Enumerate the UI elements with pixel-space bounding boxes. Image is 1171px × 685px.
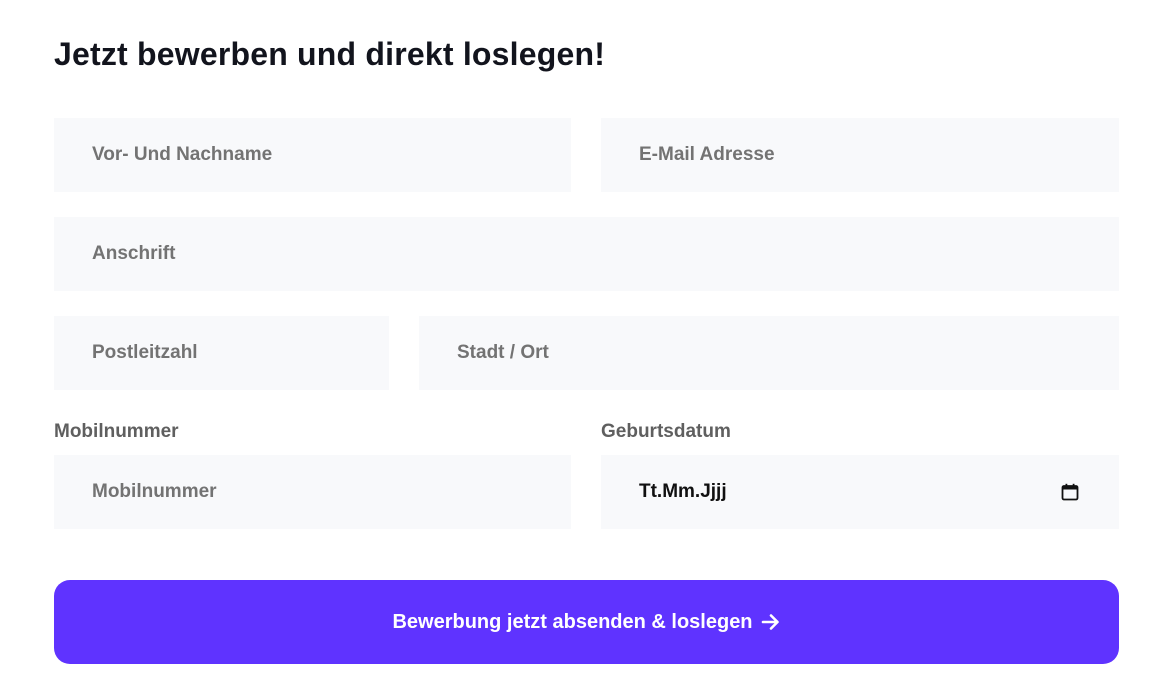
- email-field-container: [601, 118, 1119, 192]
- zip-input[interactable]: [92, 316, 389, 390]
- form-title: Jetzt bewerben und direkt loslegen!: [54, 36, 606, 72]
- name-field-container: [54, 118, 571, 192]
- arrow-right-icon: [761, 612, 781, 632]
- application-form-page: Jetzt bewerben und direkt loslegen! Mobi…: [0, 0, 1171, 685]
- submit-button[interactable]: Bewerbung jetzt absenden & loslegen: [54, 580, 1119, 664]
- address-field-container: [54, 217, 1119, 291]
- mobile-label: Mobilnummer: [54, 421, 179, 442]
- zip-field-container: [54, 316, 389, 390]
- calendar-icon[interactable]: [1061, 483, 1079, 501]
- mobile-field-container: [54, 455, 571, 529]
- birthdate-input[interactable]: Tt.Mm.Jjjj: [601, 455, 1119, 529]
- birthdate-label: Geburtsdatum: [601, 421, 731, 442]
- city-field-container: [419, 316, 1119, 390]
- address-input[interactable]: [92, 217, 1119, 291]
- submit-button-label: Bewerbung jetzt absenden & loslegen: [392, 610, 753, 633]
- email-input[interactable]: [639, 118, 1119, 192]
- city-input[interactable]: [457, 316, 1119, 390]
- mobile-input[interactable]: [92, 455, 571, 529]
- name-input[interactable]: [92, 118, 571, 192]
- birthdate-value: Tt.Mm.Jjjj: [639, 481, 727, 502]
